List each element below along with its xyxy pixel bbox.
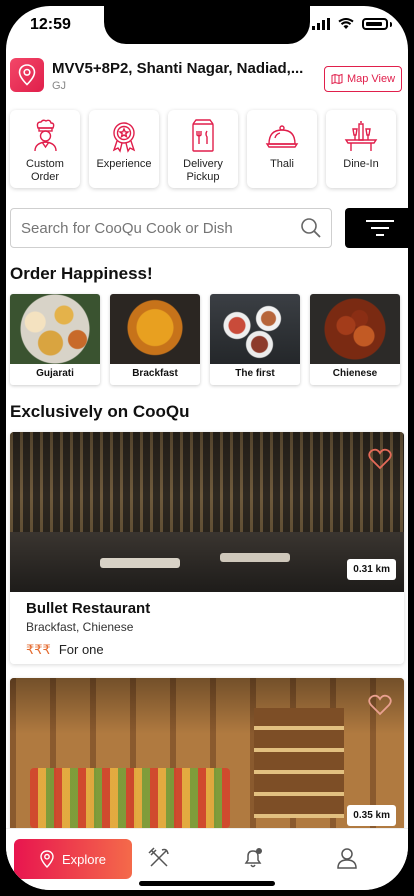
category-delivery-pickup[interactable]: Delivery Pickup — [168, 110, 238, 188]
category-custom-order[interactable]: Custom Order — [10, 110, 80, 188]
dish-card-the-first[interactable]: The first — [210, 294, 300, 385]
map-view-label: Map View — [346, 73, 396, 85]
category-label: Delivery Pickup — [183, 158, 223, 183]
restaurant-price: ₹₹₹ For one — [26, 642, 404, 658]
bell-icon — [244, 848, 262, 868]
location-pin-icon — [10, 58, 44, 92]
cloche-icon — [265, 125, 299, 148]
phone-frame: 12:59 MVV5+8P2, Shanti Nagar, Nadiad,...… — [0, 0, 414, 896]
dish-label: The first — [235, 368, 275, 379]
category-label: Experience — [96, 158, 152, 170]
tab-explore-label: Explore — [61, 851, 107, 867]
user-icon — [337, 848, 357, 869]
distance-badge: 0.31 km — [347, 559, 396, 580]
dish-card-brackfast[interactable]: Brackfast — [110, 294, 200, 385]
category-row: Custom Order Experience Delivery Pickup … — [10, 110, 396, 188]
filter-button[interactable] — [345, 208, 408, 248]
dish-image — [210, 294, 300, 364]
restaurant-photo: 0.31 km — [10, 432, 404, 592]
tab-explore[interactable]: Explore — [14, 839, 132, 879]
price-label: For one — [58, 642, 104, 657]
status-icons — [312, 18, 392, 30]
tab-notifications[interactable] — [242, 847, 264, 874]
notch — [104, 6, 310, 44]
heart-icon[interactable] — [368, 694, 392, 716]
signal-icon — [312, 18, 330, 30]
search-input[interactable] — [21, 219, 291, 237]
dining-table-icon — [344, 121, 378, 151]
order-happiness-title: Order Happiness! — [10, 264, 153, 283]
dish-image — [10, 294, 100, 364]
dish-label: Gujarati — [36, 368, 74, 379]
status-time: 12:59 — [30, 16, 71, 33]
wifi-icon — [338, 18, 354, 29]
dish-card-chienese[interactable]: Chienese — [310, 294, 400, 385]
dish-image — [310, 294, 400, 364]
tab-menu[interactable] — [148, 847, 170, 874]
restaurant-photo: 0.35 km — [10, 678, 404, 838]
location-bar[interactable]: MVV5+8P2, Shanti Nagar, Nadiad,... GJ Ma… — [10, 58, 408, 98]
exclusive-title: Exclusively on CooQu — [10, 402, 190, 421]
category-label: Dine-In — [343, 158, 379, 170]
dish-image — [110, 294, 200, 364]
restaurant-card-grocery[interactable]: 0.35 km — [10, 678, 404, 838]
filter-icon — [366, 220, 394, 236]
home-indicator — [139, 881, 275, 886]
restaurant-cuisine: Brackfast, Chienese — [26, 620, 134, 634]
dish-card-gujarati[interactable]: Gujarati — [10, 294, 100, 385]
dish-label: Chienese — [332, 368, 378, 379]
category-dine-in[interactable]: Dine-In — [326, 110, 396, 188]
search-icon[interactable] — [291, 209, 331, 247]
category-experience[interactable]: Experience — [89, 110, 159, 188]
fork-knife-icon — [148, 847, 169, 867]
map-view-button[interactable]: Map View — [324, 66, 402, 92]
location-pin-icon — [40, 850, 54, 868]
category-label: Custom Order — [26, 158, 64, 183]
price-symbol: ₹₹₹ — [26, 642, 51, 657]
search-bar[interactable] — [10, 208, 332, 248]
chef-icon — [34, 119, 57, 152]
screen: 12:59 MVV5+8P2, Shanti Nagar, Nadiad,...… — [6, 6, 408, 890]
location-state: GJ — [52, 80, 67, 92]
category-thali[interactable]: Thali — [247, 110, 317, 188]
category-label: Thali — [270, 158, 294, 170]
tab-profile[interactable] — [336, 847, 358, 874]
map-icon — [331, 73, 343, 85]
badge-icon — [112, 122, 136, 153]
location-address: MVV5+8P2, Shanti Nagar, Nadiad,... — [52, 60, 304, 77]
battery-icon — [362, 18, 388, 30]
distance-badge: 0.35 km — [347, 805, 396, 826]
bag-icon — [192, 119, 214, 152]
dish-carousel: Gujarati Brackfast The first Chienese — [10, 294, 400, 385]
restaurant-name: Bullet Restaurant — [26, 600, 151, 617]
heart-icon[interactable] — [368, 448, 392, 470]
restaurant-card-bullet[interactable]: 0.31 km Bullet Restaurant Brackfast, Chi… — [10, 432, 404, 664]
dish-label: Brackfast — [132, 368, 178, 379]
